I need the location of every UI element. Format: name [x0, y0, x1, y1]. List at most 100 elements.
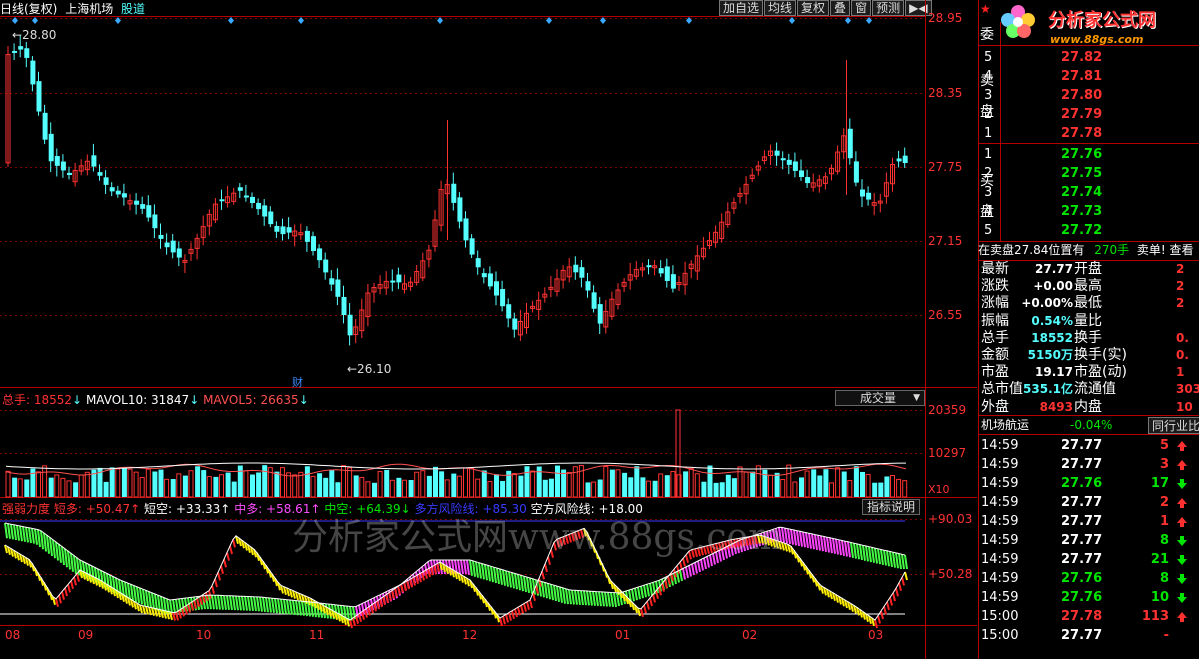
tick-row[interactable]: 14:59 27.77 21 [978, 550, 1199, 569]
tick-volume: 8 [1159, 533, 1169, 548]
candle-body [30, 60, 36, 85]
candlestick-chart[interactable] [0, 0, 977, 659]
short-trend-bar [898, 582, 902, 592]
chart-pane[interactable]: 日线(复权) 上海机场 股道 加自选 均线 复权 叠 窗 预测 ▶◀ 28.95… [0, 0, 977, 659]
volume-bar [622, 472, 628, 497]
quote-panel: ★ 分析家公式网 www.88gs.com 委 卖 盘 买 盘 5 27.82 … [978, 0, 1199, 659]
quote-label: 金额 [981, 347, 1009, 363]
quote-value-2: 0. [1176, 330, 1189, 345]
mid-trend-bar [298, 600, 302, 616]
volume-bar [451, 473, 457, 497]
sell-level-row[interactable]: 1 27.78 [978, 124, 1199, 143]
mid-trend-bar [643, 585, 647, 598]
level-price: 27.76 [1061, 147, 1103, 162]
mid-trend-bar [691, 563, 695, 576]
volume-bar [768, 474, 773, 498]
down-arrow-icon: ↓ [298, 393, 309, 407]
tick-time: 14:59 [981, 457, 1019, 472]
x-axis-label: 09 [78, 628, 94, 642]
same-industry-tab[interactable]: 同行业比 [1148, 417, 1199, 434]
sell-level-row[interactable]: 5 27.82 [978, 48, 1199, 67]
buy-level-row[interactable]: 2 27.75 [978, 164, 1199, 183]
tick-volume: 5 [1159, 438, 1169, 453]
x-axis-label: 11 [309, 628, 325, 642]
candle-body [469, 238, 475, 255]
candle-body [597, 304, 603, 324]
mid-trend-bar [544, 582, 548, 599]
tick-row[interactable]: 14:59 27.76 10 [978, 588, 1199, 607]
mid-trend-bar [796, 530, 800, 547]
quote-value: +0.00% [1021, 296, 1073, 311]
buy-level-row[interactable]: 5 27.72 [978, 221, 1199, 240]
short-trend-bar [73, 576, 77, 586]
volume-bar [872, 482, 878, 497]
tick-row[interactable]: 14:59 27.77 8 [978, 531, 1199, 550]
financial-report-badge[interactable]: 财 [292, 374, 303, 390]
tick-row[interactable]: 14:59 27.77 3 [978, 455, 1199, 474]
buy-level-row[interactable]: 1 27.76 [978, 145, 1199, 164]
mid-trend-bar [229, 595, 233, 611]
volume-bar [335, 482, 341, 497]
mid-trend-bar [214, 595, 218, 610]
mid-trend-bar [853, 543, 857, 559]
mid-trend-bar [553, 585, 557, 602]
quote-label-2: 市盈(动) [1074, 364, 1127, 381]
mid-trend-bar [241, 596, 245, 611]
mid-trend-bar [472, 560, 476, 577]
tick-row[interactable]: 15:00 27.78 113 [978, 607, 1199, 626]
quote-value-2: 10 [1176, 399, 1193, 414]
tick-row[interactable]: 14:59 27.76 17 [978, 474, 1199, 493]
short-trend-bar [892, 592, 896, 602]
volume-bar [274, 471, 280, 497]
mavol10-value: 31847 [151, 393, 190, 407]
indicator-explain-button[interactable]: 指标说明 [862, 499, 920, 515]
tick-row[interactable]: 14:59 27.77 5 [978, 436, 1199, 455]
mid-trend-bar [583, 590, 587, 606]
volume-bar [456, 475, 462, 498]
sell-level-row[interactable]: 3 27.80 [978, 86, 1199, 105]
candle-body [121, 193, 127, 198]
tick-row[interactable]: 15:00 27.77 - [978, 626, 1199, 645]
sector-row[interactable]: 机场航运 -0.04% 同行业比 [978, 416, 1199, 435]
short-trend-bar [217, 572, 221, 581]
volume-bar [164, 478, 170, 498]
volume-bar [566, 471, 572, 498]
volume-bar [60, 477, 66, 498]
tick-volume: 21 [1150, 552, 1169, 567]
mid-trend-bar [67, 550, 71, 570]
short-trend-bar [640, 608, 644, 618]
buy-level-row[interactable]: 4 27.73 [978, 202, 1199, 221]
tick-row[interactable]: 14:59 27.77 2 [978, 493, 1199, 512]
mavol5-label: MAVOL5: [203, 393, 261, 407]
sell-level-row[interactable]: 4 27.81 [978, 67, 1199, 86]
mid-trend-bar [694, 562, 698, 574]
quote-value: 0.54% [1031, 313, 1073, 328]
candle-body [646, 265, 652, 268]
candle-body [463, 218, 469, 241]
candle-body [103, 177, 109, 185]
quote-label: 外盘 [981, 398, 1009, 415]
level-number: 4 [984, 69, 993, 84]
indicator-select-dropdown[interactable]: 成交量 ▼ [835, 390, 925, 406]
mid-trend-bar [793, 529, 797, 546]
volume-bar [206, 476, 212, 498]
up-arrow-icon [1177, 612, 1187, 622]
quote-label-2: 开盘 [1074, 261, 1102, 277]
candle-body [481, 273, 487, 278]
short-trend-bar [505, 614, 509, 623]
signal-diamond-icon [298, 17, 304, 24]
volume-bar [262, 465, 268, 497]
quote-value: 19.17 [1035, 365, 1073, 380]
mid-trend-bar [505, 570, 509, 587]
volume-bar [84, 471, 90, 498]
big-order-alert[interactable]: 在卖盘27.84位置有 270手 卖单! 查看 [978, 241, 1199, 260]
mid-trend-bar [475, 561, 479, 578]
alert-view-link[interactable]: 卖单! 查看 [1137, 243, 1194, 257]
tick-row[interactable]: 14:59 27.77 1 [978, 512, 1199, 531]
mid-trend-bar [487, 565, 491, 582]
tick-row[interactable]: 14:59 27.76 8 [978, 569, 1199, 588]
sell-level-row[interactable]: 2 27.79 [978, 105, 1199, 124]
mid-trend-bar [4, 522, 8, 539]
volume-bar [469, 467, 475, 498]
buy-level-row[interactable]: 3 27.74 [978, 183, 1199, 202]
